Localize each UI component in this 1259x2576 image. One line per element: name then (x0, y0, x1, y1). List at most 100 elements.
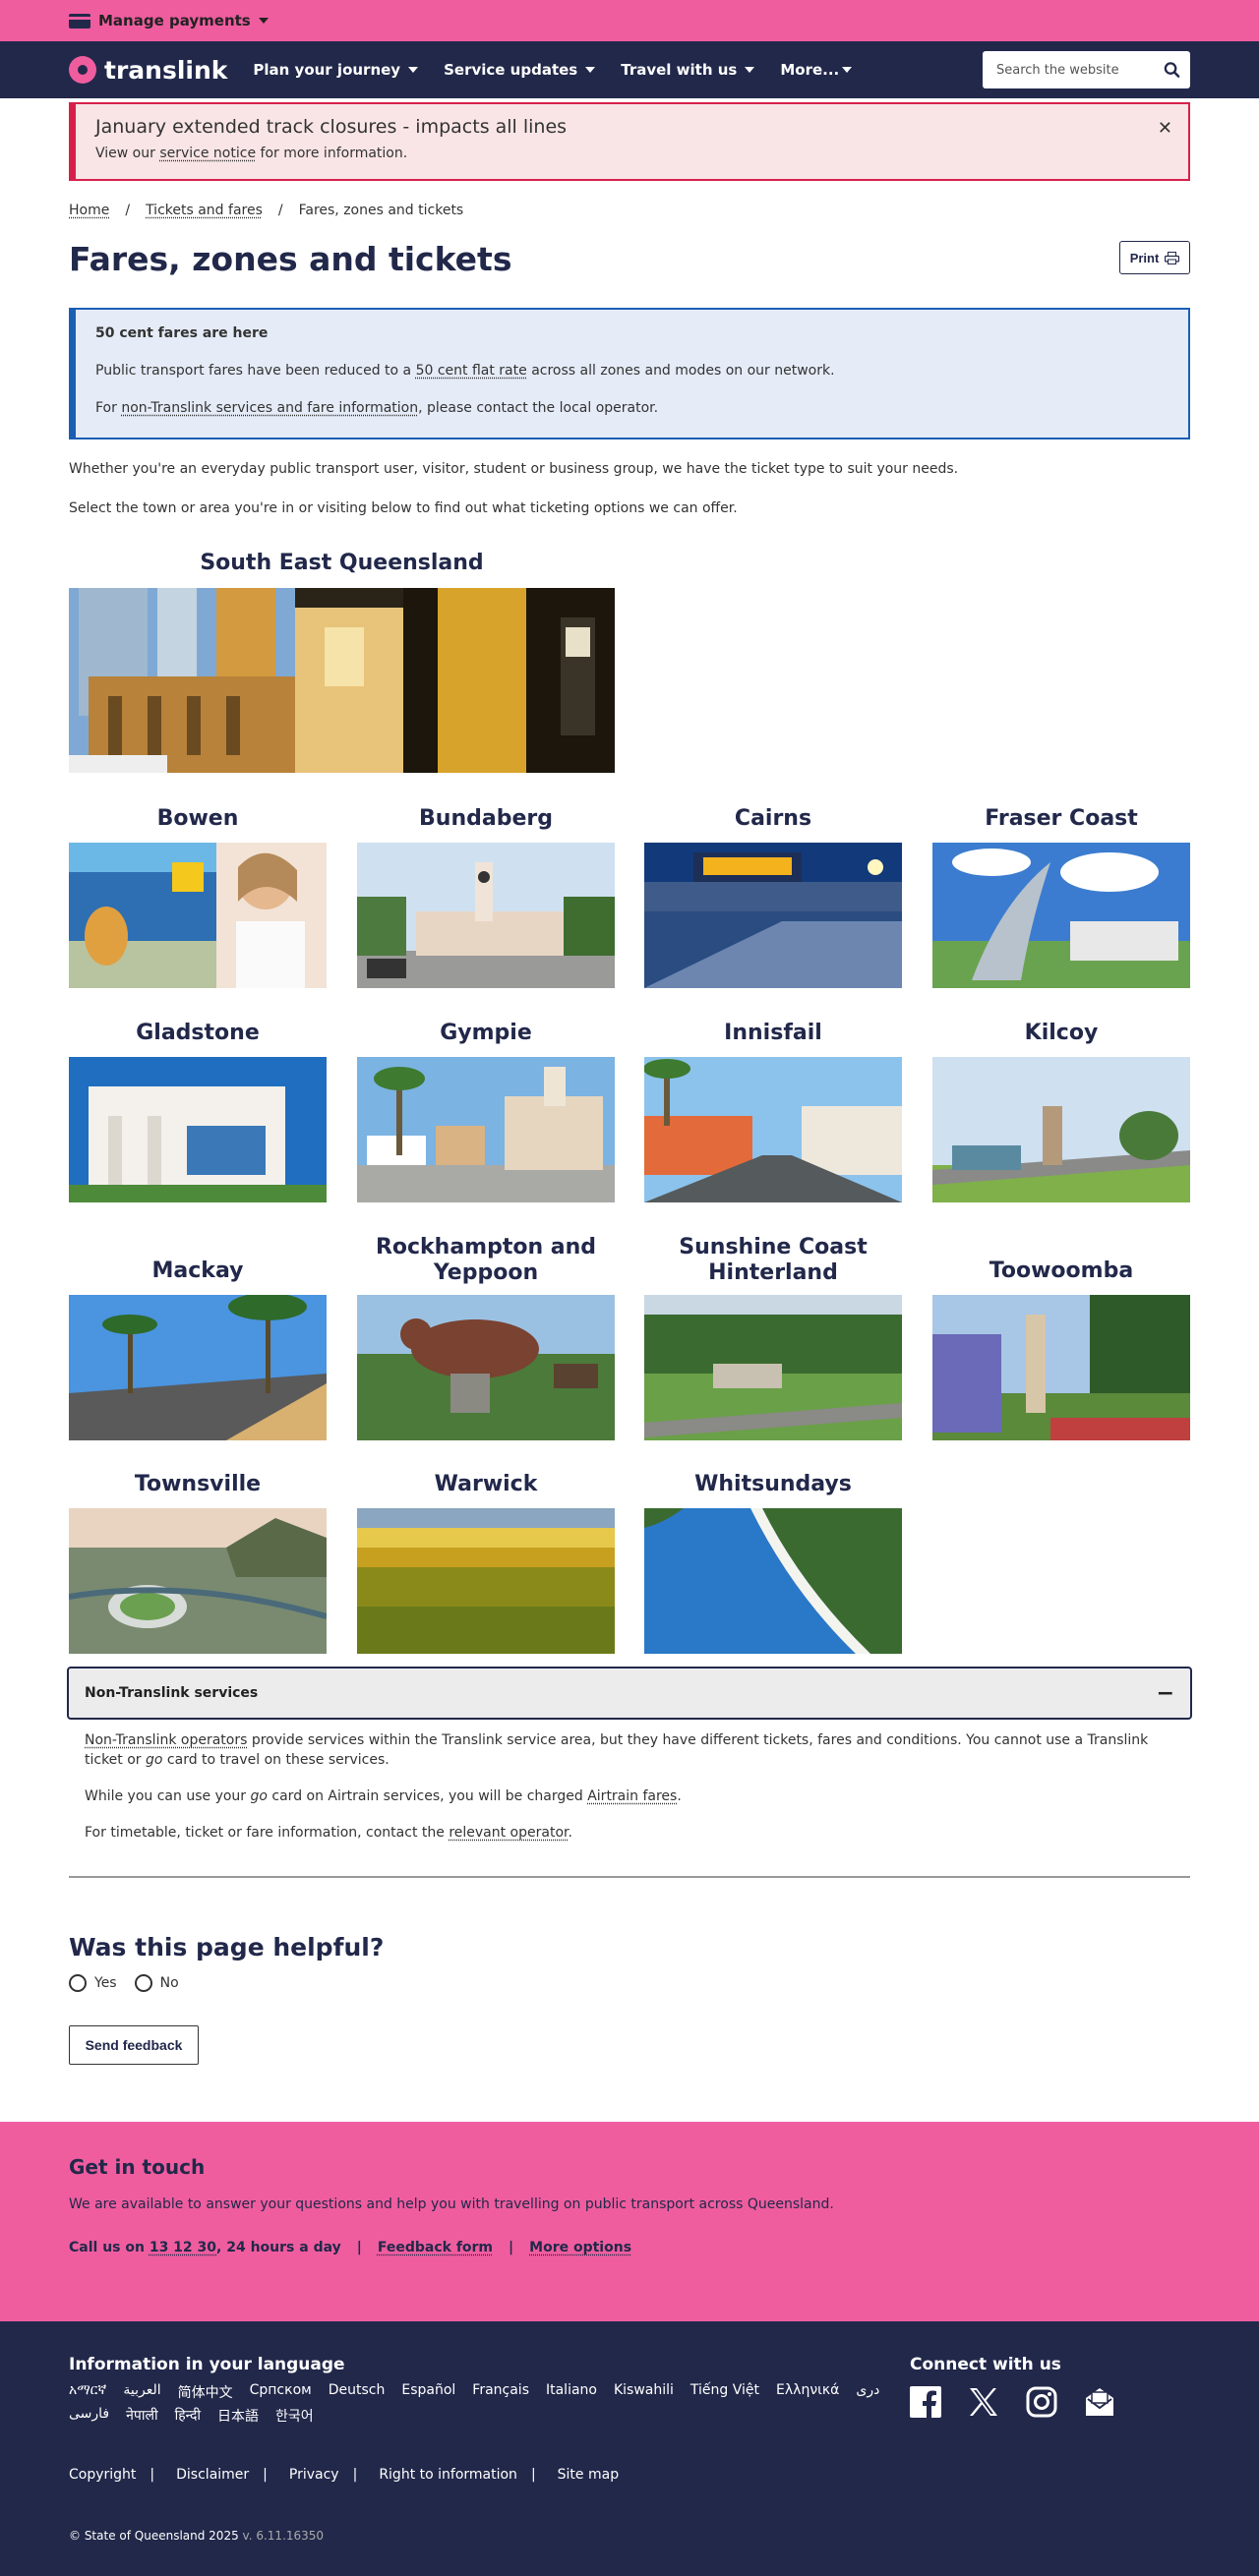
gladstone-photo[interactable] (69, 1057, 327, 1202)
info-text: , please contact the local operator. (418, 400, 659, 416)
nav-travel-with-us[interactable]: Travel with us (621, 61, 755, 79)
non-translink-info-link[interactable]: non-Translink services and fare informat… (121, 400, 418, 416)
search-icon[interactable] (1164, 61, 1180, 79)
nav-plan-your-journey[interactable]: Plan your journey (253, 61, 419, 79)
airtrain-fares-link[interactable]: Airtrain fares (587, 1788, 677, 1804)
separator: | (530, 2467, 536, 2483)
cairns-photo[interactable] (644, 843, 902, 988)
south-east-queensland-photo[interactable] (69, 588, 615, 773)
privacy-link[interactable]: Privacy (289, 2467, 339, 2483)
service-notice-link[interactable]: service notice (159, 146, 256, 161)
connect-with-us: Connect with us (910, 2355, 1115, 2418)
region-card-south-east-queensland[interactable]: South East Queensland (69, 551, 615, 576)
region-card-bowen[interactable]: Bowen (69, 806, 327, 832)
close-icon[interactable]: ✕ (1158, 118, 1172, 139)
non-translink-services-accordion[interactable]: Non-Translink services − (67, 1667, 1192, 1720)
footer-links: Copyright | Disclaimer | Privacy | Right to… (69, 2467, 619, 2483)
region-card-townsville[interactable]: Townsville (69, 1472, 327, 1497)
language-link[interactable]: Српском (250, 2382, 312, 2402)
region-card-toowoomba[interactable]: Toowoomba (932, 1259, 1190, 1284)
collapse-icon[interactable]: − (1157, 1681, 1174, 1706)
region-card-gladstone[interactable]: Gladstone (69, 1021, 327, 1046)
right-to-information-link[interactable]: Right to information (379, 2467, 517, 2483)
email-icon[interactable] (1084, 2386, 1115, 2418)
kilcoy-photo[interactable] (932, 1057, 1190, 1202)
language-link[interactable]: Italiano (546, 2382, 597, 2402)
language-link[interactable]: Français (472, 2382, 529, 2402)
flat-rate-link[interactable]: 50 cent flat rate (416, 363, 527, 379)
phone-link[interactable]: 13 12 30 (150, 2240, 216, 2255)
region-card-cairns[interactable]: Cairns (644, 806, 902, 832)
rockhampton-and-yeppoon-photo[interactable] (357, 1295, 615, 1440)
region-card-innisfail[interactable]: Innisfail (644, 1021, 902, 1046)
search-input[interactable] (996, 62, 1164, 78)
language-link[interactable]: नेपाली (126, 2406, 157, 2426)
language-link[interactable]: فارسی (69, 2406, 109, 2426)
fraser-coast-photo[interactable] (932, 843, 1190, 988)
get-in-touch-section: Get in touch We are available to answer … (0, 2122, 1259, 2321)
yes-radio[interactable] (69, 1974, 87, 1992)
region-card-rockhampton-and-yeppoon[interactable]: Rockhampton and Yeppoon (357, 1235, 615, 1286)
language-link[interactable]: Español (401, 2382, 455, 2402)
region-card-gympie[interactable]: Gympie (357, 1021, 615, 1046)
nav-service-updates[interactable]: Service updates (444, 61, 596, 79)
separator: | (150, 2467, 155, 2483)
nav-label: Service updates (444, 61, 578, 79)
whitsundays-photo[interactable] (644, 1508, 902, 1654)
send-feedback-button[interactable]: Send feedback (69, 2025, 199, 2065)
region-card-warwick[interactable]: Warwick (357, 1472, 615, 1497)
site-map-link[interactable]: Site map (558, 2467, 619, 2483)
print-button[interactable]: Print (1119, 241, 1190, 274)
region-card-kilcoy[interactable]: Kilcoy (932, 1021, 1190, 1046)
version-text: v. 6.11.16350 (242, 2529, 325, 2543)
no-radio[interactable] (134, 1974, 152, 1992)
facebook-icon[interactable] (910, 2386, 941, 2418)
gympie-photo[interactable] (357, 1057, 615, 1202)
language-link[interactable]: हिन्दी (175, 2406, 201, 2426)
language-link[interactable]: العربية (123, 2382, 160, 2402)
feedback-form-link[interactable]: Feedback form (378, 2240, 493, 2255)
accordion-title: Non-Translink services (85, 1685, 259, 1701)
instagram-icon[interactable] (1026, 2386, 1057, 2418)
connect-title: Connect with us (910, 2355, 1061, 2374)
mackay-photo[interactable] (69, 1295, 327, 1440)
language-link[interactable]: Kiswahili (614, 2382, 674, 2402)
nav-more[interactable]: More... (780, 61, 853, 79)
language-link[interactable]: Ελληνικά (776, 2382, 839, 2402)
language-link[interactable]: Tiếng Việt (690, 2382, 759, 2402)
nav-label: Plan your journey (253, 61, 401, 79)
manage-payments-menu[interactable]: Manage payments (69, 12, 269, 29)
region-card-bundaberg[interactable]: Bundaberg (357, 806, 615, 832)
innisfail-photo[interactable] (644, 1057, 902, 1202)
disclaimer-link[interactable]: Disclaimer (176, 2467, 249, 2483)
sunshine-coast-hinterland-photo[interactable] (644, 1295, 902, 1440)
language-link[interactable]: አማርኛ (69, 2382, 106, 2402)
go-card-text: go (250, 1788, 268, 1804)
region-card-mackay[interactable]: Mackay (69, 1259, 327, 1284)
region-name: Bundaberg (419, 806, 553, 831)
more-options-link[interactable]: More options (529, 2240, 631, 2255)
x-icon[interactable] (968, 2386, 999, 2418)
language-link[interactable]: 日本語 (217, 2406, 259, 2426)
region-card-sunshine-coast-hinterland[interactable]: Sunshine Coast Hinterland (644, 1235, 902, 1286)
bundaberg-photo[interactable] (357, 843, 615, 988)
bowen-photo[interactable] (69, 843, 327, 988)
language-link[interactable]: 简体中文 (178, 2382, 233, 2402)
info-heading: 50 cent fares are here (95, 325, 269, 341)
region-card-whitsundays[interactable]: Whitsundays (644, 1472, 902, 1497)
region-card-fraser-coast[interactable]: Fraser Coast (932, 806, 1190, 832)
breadcrumb-home[interactable]: Home (69, 203, 109, 218)
language-link[interactable]: دری (856, 2382, 879, 2402)
breadcrumb-tickets-and-fares[interactable]: Tickets and fares (146, 203, 263, 218)
language-link[interactable]: 한국어 (275, 2406, 314, 2426)
warwick-photo[interactable] (357, 1508, 615, 1654)
toowoomba-photo[interactable] (932, 1295, 1190, 1440)
relevant-operator-link[interactable]: relevant operator (449, 1825, 568, 1841)
non-translink-operators-link[interactable]: Non-Translink operators (85, 1732, 247, 1748)
translink-logo[interactable]: translink (69, 56, 227, 85)
copyright-link[interactable]: Copyright (69, 2467, 136, 2483)
info-paragraph: For non-Translink services and fare info… (95, 400, 1169, 416)
language-link[interactable]: Deutsch (329, 2382, 386, 2402)
feedback-question: Was this page helpful? (69, 1933, 385, 1961)
townsville-photo[interactable] (69, 1508, 327, 1654)
